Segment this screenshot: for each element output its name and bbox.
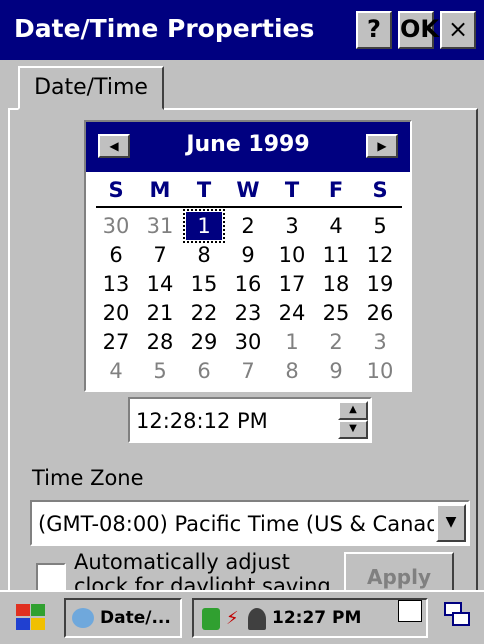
start-icon[interactable] xyxy=(14,604,48,632)
calendar-header: ◀ June 1999 ▶ xyxy=(86,122,410,172)
calendar-day[interactable]: 1 xyxy=(274,328,310,356)
calendar-month-year[interactable]: June 1999 xyxy=(166,132,330,157)
input-panel-icon[interactable] xyxy=(398,600,422,622)
calendar-day[interactable]: 1 xyxy=(183,209,225,243)
time-value: 12:28:12 PM xyxy=(136,409,268,433)
time-zone-label: Time Zone xyxy=(32,466,144,490)
month-calendar: ◀ June 1999 ▶ SMTWTFS 30 31 1 2 3 4 5 6 7 8 9 10 11 1… xyxy=(84,120,412,392)
desktop-icon[interactable] xyxy=(444,602,470,628)
taskbar-task-label: Date/... xyxy=(100,608,171,628)
ok-button[interactable]: OK xyxy=(398,11,439,49)
power-icon[interactable]: ⚡ xyxy=(226,608,244,630)
calendar-day[interactable]: 30 xyxy=(230,328,266,356)
calendar-day[interactable]: 14 xyxy=(142,270,178,298)
calendar-day[interactable]: 16 xyxy=(230,270,266,298)
time-spin-down[interactable]: ▼ xyxy=(338,420,368,439)
calendar-day[interactable]: 28 xyxy=(142,328,178,356)
weekday-header: F xyxy=(328,178,344,202)
window-title: Date/Time Properties xyxy=(14,14,315,43)
calendar-day[interactable]: 6 xyxy=(186,357,222,385)
calendar-day[interactable]: 23 xyxy=(230,299,266,327)
weekday-header: T xyxy=(196,178,212,202)
calendar-day[interactable]: 4 xyxy=(98,357,134,385)
tab-date-time[interactable]: Date/Time xyxy=(18,66,164,110)
calendar-day[interactable]: 2 xyxy=(230,212,266,240)
calendar-day[interactable]: 26 xyxy=(362,299,398,327)
time-spin-up[interactable]: ▲ xyxy=(338,401,368,420)
time-zone-dropdown-button[interactable]: ▼ xyxy=(436,504,466,542)
calendar-day[interactable]: 12 xyxy=(362,241,398,269)
help-button[interactable]: ? xyxy=(356,11,392,49)
close-button[interactable]: × xyxy=(440,11,476,49)
calendar-day[interactable]: 20 xyxy=(98,299,134,327)
calendar-day[interactable]: 24 xyxy=(274,299,310,327)
time-zone-value: (GMT-08:00) Pacific Time (US & Canada) xyxy=(38,512,434,536)
calendar-day[interactable]: 4 xyxy=(318,212,354,240)
time-zone-select[interactable]: (GMT-08:00) Pacific Time (US & Canada) ▼ xyxy=(30,500,470,546)
calendar-day[interactable]: 9 xyxy=(230,241,266,269)
dst-checkbox[interactable] xyxy=(36,563,66,593)
calendar-day[interactable]: 9 xyxy=(318,357,354,385)
weekday-header: W xyxy=(236,178,260,202)
globe-icon xyxy=(72,608,94,628)
time-field[interactable]: 12:28:12 PM ▲ ▼ xyxy=(128,397,372,443)
calendar-day[interactable]: 18 xyxy=(318,270,354,298)
calendar-day[interactable]: 7 xyxy=(230,357,266,385)
calendar-divider xyxy=(96,206,402,208)
weekday-header: S xyxy=(372,178,388,202)
calendar-day[interactable]: 8 xyxy=(186,241,222,269)
taskbar-clock[interactable]: 12:27 PM xyxy=(272,608,361,628)
calendar-day[interactable]: 6 xyxy=(98,241,134,269)
triangle-right-icon: ▶ xyxy=(377,139,387,153)
calendar-day[interactable]: 13 xyxy=(98,270,134,298)
chevron-down-icon: ▼ xyxy=(445,514,457,530)
calendar-day[interactable]: 22 xyxy=(186,299,222,327)
spin-up-icon: ▲ xyxy=(349,404,357,415)
calendar-day[interactable]: 2 xyxy=(318,328,354,356)
calendar-day[interactable]: 15 xyxy=(186,270,222,298)
calendar-day[interactable]: 5 xyxy=(142,357,178,385)
calendar-day[interactable]: 30 xyxy=(98,212,134,240)
next-month-button[interactable]: ▶ xyxy=(366,134,398,158)
calendar-day[interactable]: 11 xyxy=(318,241,354,269)
weekday-header: M xyxy=(149,178,171,202)
system-tray: ⚡ 12:27 PM xyxy=(192,598,428,638)
calendar-day[interactable]: 21 xyxy=(142,299,178,327)
calendar-day[interactable]: 7 xyxy=(142,241,178,269)
calendar-day[interactable]: 27 xyxy=(98,328,134,356)
calendar-day[interactable]: 3 xyxy=(362,328,398,356)
connection-icon[interactable] xyxy=(248,608,266,630)
calendar-day[interactable]: 3 xyxy=(274,212,310,240)
weekday-header: S xyxy=(108,178,124,202)
calendar-day[interactable]: 19 xyxy=(362,270,398,298)
spin-down-icon: ▼ xyxy=(349,423,357,434)
dst-label-line1: Automatically adjust xyxy=(74,550,290,574)
calendar-day[interactable]: 17 xyxy=(274,270,310,298)
taskbar: Date/... ⚡ 12:27 PM xyxy=(0,590,484,644)
calendar-day[interactable]: 29 xyxy=(186,328,222,356)
calendar-day[interactable]: 25 xyxy=(318,299,354,327)
battery-icon[interactable] xyxy=(202,608,220,630)
calendar-day[interactable]: 10 xyxy=(274,241,310,269)
calendar-day[interactable]: 10 xyxy=(362,357,398,385)
calendar-day[interactable]: 31 xyxy=(142,212,178,240)
prev-month-button[interactable]: ◀ xyxy=(98,134,130,158)
taskbar-task-button[interactable]: Date/... xyxy=(64,598,182,638)
calendar-day[interactable]: 8 xyxy=(274,357,310,385)
weekday-header: T xyxy=(284,178,300,202)
triangle-left-icon: ◀ xyxy=(109,139,119,153)
calendar-day[interactable]: 5 xyxy=(362,212,398,240)
title-bar: Date/Time Properties ? OK × xyxy=(0,0,484,60)
